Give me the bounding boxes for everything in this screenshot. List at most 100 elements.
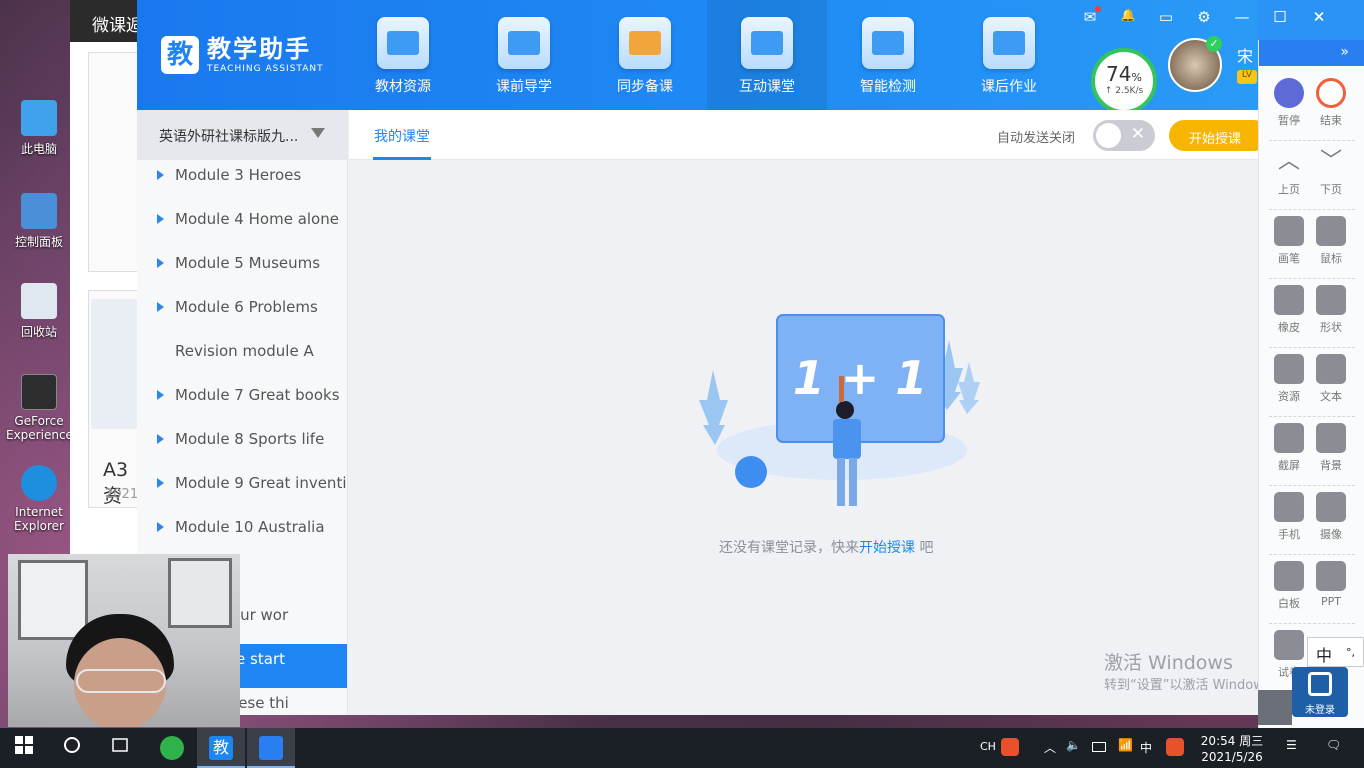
module-label: Revision module A	[175, 342, 314, 360]
nav-homework[interactable]: 课后作业	[949, 0, 1069, 110]
minimize-button[interactable]: —	[1232, 8, 1252, 26]
tool-separator	[1269, 485, 1355, 486]
desktop-icon-label: 回收站	[20, 325, 57, 339]
module-item[interactable]: Module 5 Museums	[137, 248, 347, 292]
tool-cursor[interactable]: 鼠标	[1309, 216, 1353, 266]
tool-eraser[interactable]: 橡皮	[1267, 285, 1311, 335]
search-icon[interactable]	[60, 736, 84, 760]
nav-textbook-resources[interactable]: 教材资源	[343, 0, 463, 110]
start-class-link[interactable]: 开始授课	[859, 540, 915, 556]
expand-arrow-icon[interactable]	[157, 390, 164, 400]
empty-state-message: 还没有课堂记录，快来开始授课 吧	[719, 537, 933, 557]
module-item[interactable]: Module 6 Problems	[137, 292, 347, 336]
expand-arrow-icon[interactable]	[157, 258, 164, 268]
taskbar-app-teaching[interactable]: 教	[197, 728, 245, 768]
tool-download[interactable]: 资源	[1267, 354, 1311, 404]
tool-chevron-up[interactable]: ︿ 上页	[1267, 147, 1311, 197]
feedback-icon[interactable]: ▭	[1156, 8, 1176, 26]
tool-power[interactable]: 结束	[1309, 78, 1353, 128]
module-item[interactable]: Module 7 Great books	[137, 380, 347, 424]
module-item[interactable]: Module 3 Heroes	[137, 160, 347, 204]
collapse-panel-button[interactable]: »	[1259, 40, 1364, 66]
tool-pause[interactable]: 暂停	[1267, 78, 1311, 128]
module-item[interactable]: Module 4 Home alone	[137, 204, 347, 248]
tool-chevron-down[interactable]: ﹀ 下页	[1309, 147, 1353, 197]
lang-code[interactable]: CH	[980, 740, 996, 753]
ime-lang-indicator[interactable]: 中	[1316, 642, 1332, 666]
book-select-dropdown[interactable]: 英语外研社课标版九...	[137, 110, 347, 160]
expand-arrow-icon[interactable]	[157, 170, 164, 180]
desktop-icon-ie[interactable]: Internet Explorer	[6, 465, 72, 533]
tool-ppt[interactable]: PPT	[1309, 561, 1353, 608]
wifi-icon[interactable]: 📶	[1118, 738, 1133, 752]
desktop-icon-computer[interactable]: 此电脑	[6, 100, 72, 157]
maximize-button-glyph[interactable]: ☐	[1270, 8, 1290, 26]
action-center-icon[interactable]: 🗨	[1326, 738, 1341, 752]
bell-icon[interactable]: 🔔	[1118, 8, 1138, 22]
notification-dot	[1095, 6, 1101, 12]
network-speed-widget[interactable]: 74% ↑ 2.5K/s	[1091, 48, 1157, 114]
battery-icon[interactable]	[1092, 742, 1106, 752]
tool-phone[interactable]: 手机	[1267, 492, 1311, 542]
desktop-icon-recycle-bin[interactable]: 回收站	[6, 283, 72, 340]
tool-whiteboard[interactable]: 白板	[1267, 561, 1311, 611]
video-player-icon	[259, 736, 283, 760]
module-item[interactable]: Module 10 Australia	[137, 512, 347, 556]
settings-icon[interactable]: ⚙	[1194, 8, 1214, 26]
expand-arrow-icon[interactable]	[157, 214, 164, 224]
desktop-icon-geforce[interactable]: GeForce Experience	[6, 374, 73, 442]
tool-background[interactable]: 背景	[1309, 423, 1353, 473]
user-name[interactable]: 宋	[1237, 43, 1253, 67]
notification-center-icon[interactable]: ☰	[1286, 738, 1297, 752]
module-item[interactable]: Module 8 Sports life	[137, 424, 347, 468]
ime-lang-tray[interactable]: 中	[1140, 739, 1152, 756]
tab-my-classroom[interactable]: 我的课堂	[374, 126, 430, 146]
module-item[interactable]: Revision module A	[137, 336, 347, 380]
webcam-preview[interactable]	[8, 554, 240, 727]
network-percent: 74	[1106, 62, 1132, 86]
tool-camera[interactable]: 摄像	[1309, 492, 1353, 542]
cursor-icon	[1316, 216, 1346, 246]
nav-interactive-class[interactable]: 互动课堂	[707, 0, 827, 110]
volume-icon[interactable]: 🔈	[1066, 738, 1081, 752]
tray-expand-icon[interactable]: ︿	[1044, 739, 1056, 756]
interactive-class-icon	[741, 17, 793, 69]
expand-arrow-icon[interactable]	[157, 302, 164, 312]
expand-arrow-icon[interactable]	[157, 434, 164, 444]
module-label: Module 8 Sports life	[175, 430, 325, 448]
module-item[interactable]: Module 9 Great inventio	[137, 468, 347, 512]
clock-time: 20:54 周三	[1200, 734, 1264, 748]
taskbar-app-browser[interactable]	[148, 728, 196, 768]
windows-start-icon[interactable]	[12, 736, 36, 760]
tool-scissors[interactable]: 截屏	[1267, 423, 1311, 473]
tool-label: 文本	[1320, 390, 1342, 403]
ime-punct-indicator[interactable]: °,	[1346, 646, 1355, 659]
sogou-tray-icon[interactable]	[1166, 738, 1184, 756]
desktop-icon-control-panel[interactable]: 控制面板	[6, 193, 72, 250]
login-widget[interactable]: 未登录	[1292, 667, 1348, 717]
nav-pre-class-guide[interactable]: 课前导学	[464, 0, 584, 110]
tool-label: 暂停	[1278, 114, 1300, 127]
browser-icon	[160, 736, 184, 760]
nav-smart-test[interactable]: 智能检测	[828, 0, 948, 110]
nav-lesson-prep[interactable]: 同步备课	[585, 0, 705, 110]
start-class-button[interactable]: 开始授课	[1169, 120, 1269, 151]
power-icon	[1316, 78, 1346, 108]
nav-label: 课后作业	[981, 79, 1037, 95]
tool-pen[interactable]: 画笔	[1267, 216, 1311, 266]
expand-arrow-icon[interactable]	[157, 522, 164, 532]
sogou-ime-icon[interactable]	[1001, 738, 1019, 756]
phone-icon	[1274, 492, 1304, 522]
auto-send-toggle[interactable]: ✕	[1093, 120, 1155, 151]
tool-text[interactable]: 文本	[1309, 354, 1353, 404]
clock[interactable]: 20:54 周三 2021/5/26	[1196, 733, 1268, 765]
nav-label: 智能检测	[860, 79, 916, 95]
close-button-glyph[interactable]: ✕	[1309, 8, 1329, 26]
tool-shape[interactable]: 形状	[1309, 285, 1353, 335]
pen-icon[interactable]	[1258, 690, 1292, 725]
taskbar-app-player[interactable]	[247, 728, 295, 768]
expand-arrow-icon[interactable]	[157, 478, 164, 488]
task-view-icon[interactable]	[108, 736, 132, 760]
ime-float-bar[interactable]: 中 °,	[1307, 637, 1364, 667]
webcam-bg-window	[18, 560, 88, 640]
